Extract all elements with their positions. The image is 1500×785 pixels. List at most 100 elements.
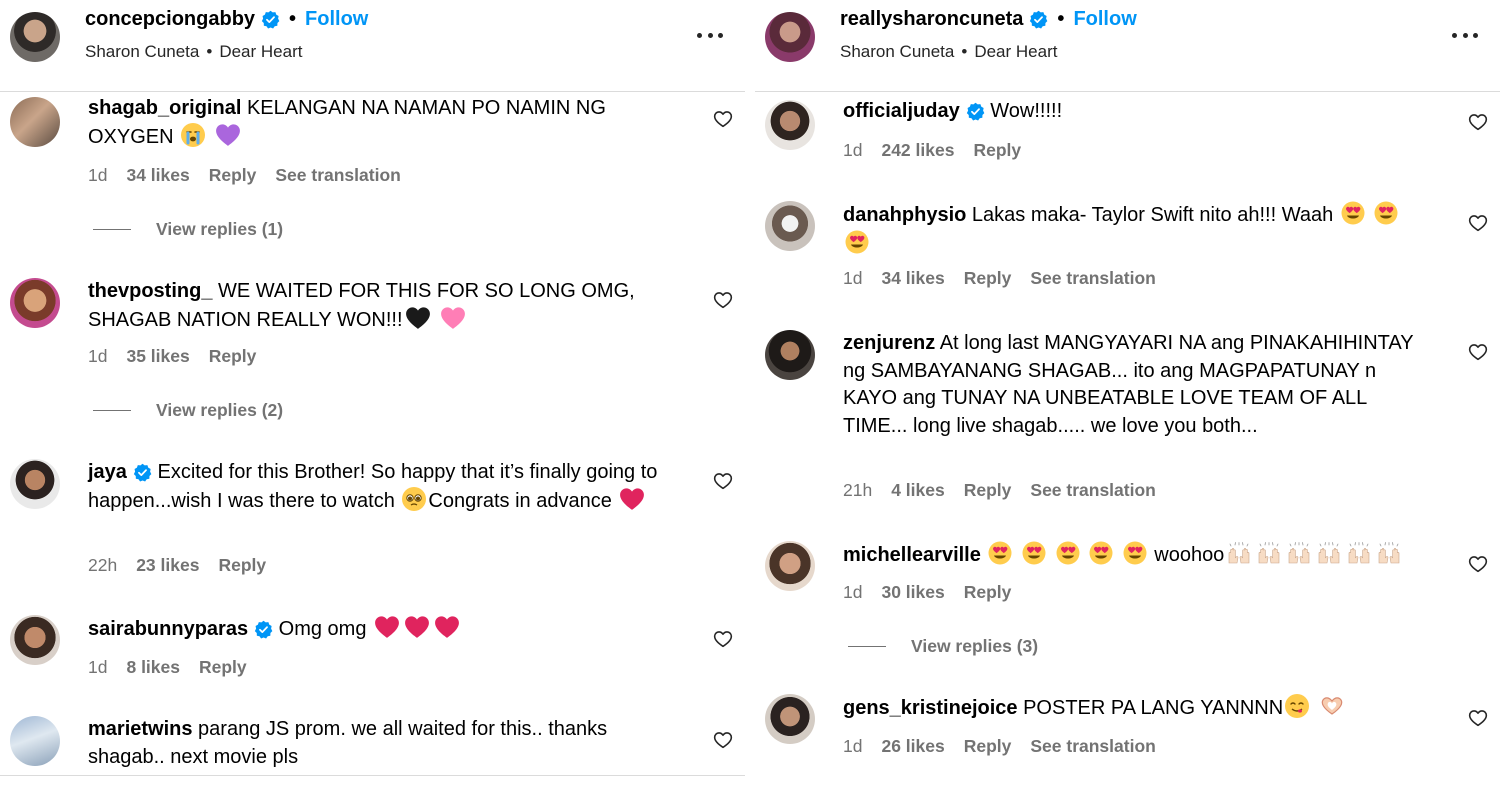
comment-username[interactable]: zenjurenz [843,332,935,354]
heart-outline-icon[interactable] [713,109,733,129]
see-translation-button[interactable]: See translation [1030,268,1155,289]
comment-username[interactable]: gens_kristinejoice [843,697,1018,719]
comment-time: 1d [843,268,863,288]
follow-button[interactable]: Follow [1073,8,1136,31]
heart-outline-icon[interactable] [1468,554,1488,574]
comment-username[interactable]: thevposting_ [88,280,212,302]
audio-artist[interactable]: Sharon Cuneta [85,42,199,62]
avatar[interactable] [765,694,815,744]
reply-button[interactable]: Reply [209,165,257,186]
heart-eyes-emoji-icon [988,541,1012,565]
like-count[interactable]: 34 likes [881,268,944,289]
sob-emoji-icon [181,122,206,147]
like-count[interactable]: 23 likes [136,555,199,576]
reply-button[interactable]: Reply [218,555,266,576]
post-header: concepciongabby • Follow Sharon Cuneta •… [0,0,745,92]
comment-text-continued: Congrats in advance [428,489,612,512]
like-count[interactable]: 34 likes [126,165,189,186]
verified-badge-icon [1029,10,1048,29]
avatar[interactable] [765,330,815,380]
comment-username[interactable]: officialjuday [843,100,960,122]
like-count[interactable]: 26 likes [881,736,944,757]
purple-heart-emoji-icon [215,123,241,147]
see-translation-button[interactable]: See translation [1030,480,1155,501]
heart-outline-icon[interactable] [1468,708,1488,728]
comment-username[interactable]: michellearville [843,544,981,566]
header-username[interactable]: reallysharoncuneta [840,8,1023,31]
avatar[interactable] [765,201,815,251]
verified-badge-icon [133,463,152,482]
reply-button[interactable]: Reply [209,346,257,367]
heart-outline-icon[interactable] [1468,112,1488,132]
like-count[interactable]: 30 likes [881,582,944,603]
avatar[interactable] [765,100,815,150]
heart-eyes-emoji-icon [845,230,869,254]
more-options-icon[interactable] [1452,22,1478,48]
sparkling-heart-emoji-icon [440,306,466,330]
heart-outline-icon[interactable] [713,290,733,310]
heart-outline-icon[interactable] [713,629,733,649]
pleading-face-emoji-icon [402,486,427,511]
see-translation-button[interactable]: See translation [275,165,400,186]
header-username[interactable]: concepciongabby [85,8,255,31]
red-heart-emoji-icon [404,615,430,639]
like-count[interactable]: 8 likes [126,657,180,678]
comment-text: Lakas maka- Taylor Swift nito ah!!! Waah [971,204,1334,226]
avatar[interactable] [765,12,815,62]
avatar[interactable] [10,615,60,665]
like-count[interactable]: 242 likes [881,140,954,161]
follow-button[interactable]: Follow [305,8,368,31]
comments-panel-right: reallysharoncuneta • Follow Sharon Cunet… [755,0,1500,785]
reply-button[interactable]: Reply [964,582,1012,603]
comment-time: 21h [843,480,873,500]
heart-outline-icon[interactable] [713,471,733,491]
raising-hands-emoji-icon [1345,541,1373,565]
view-replies-button[interactable]: View replies (1) [93,219,283,240]
reply-button[interactable]: Reply [964,480,1012,501]
reply-button[interactable]: Reply [199,657,247,678]
avatar[interactable] [10,12,60,62]
comment-time: 1d [88,657,108,677]
comment-username[interactable]: jaya [88,461,127,483]
comment-username[interactable]: sairabunnyparas [88,618,248,640]
reply-button[interactable]: Reply [964,736,1012,757]
heart-eyes-emoji-icon [1123,541,1147,565]
comment-username[interactable]: shagab_original [88,97,241,119]
reply-button[interactable]: Reply [973,140,1021,161]
avatar[interactable] [10,278,60,328]
raising-hands-emoji-icon [1375,541,1403,565]
see-translation-button[interactable]: See translation [1030,736,1155,757]
reply-button[interactable]: Reply [964,268,1012,289]
heart-outline-icon[interactable] [713,730,733,750]
heart-outline-icon[interactable] [1468,213,1488,233]
avatar[interactable] [765,541,815,591]
avatar[interactable] [10,97,60,147]
comment-text: woohoo [1154,544,1225,566]
audio-artist[interactable]: Sharon Cuneta [840,42,954,62]
view-replies-button[interactable]: View replies (3) [848,636,1038,657]
heart-outline-icon[interactable] [1468,342,1488,362]
comment-username[interactable]: danahphysio [843,204,966,226]
heart-eyes-emoji-icon [1374,201,1398,225]
like-count[interactable]: 35 likes [126,346,189,367]
heart-eyes-emoji-icon [1089,541,1113,565]
comment-time: 1d [88,346,108,366]
comment-username[interactable]: marietwins [88,718,192,740]
view-replies-button[interactable]: View replies (2) [93,400,283,421]
raising-hands-emoji-icon [1285,541,1313,565]
raising-hands-emoji-icon [1225,541,1253,565]
comment-time: 1d [843,140,863,160]
comment-time: 22h [88,555,118,575]
like-count[interactable]: 4 likes [891,480,945,501]
divider [0,775,745,776]
audio-title[interactable]: Dear Heart [219,42,302,62]
post-header: reallysharoncuneta • Follow Sharon Cunet… [755,0,1500,92]
audio-title[interactable]: Dear Heart [974,42,1057,62]
avatar[interactable] [10,459,60,509]
comments-panel-left: concepciongabby • Follow Sharon Cuneta •… [0,0,745,785]
avatar[interactable] [10,716,60,766]
raising-hands-emoji-icon [1315,541,1343,565]
verified-badge-icon [254,620,273,639]
black-heart-emoji-icon [405,306,431,330]
more-options-icon[interactable] [697,22,723,48]
